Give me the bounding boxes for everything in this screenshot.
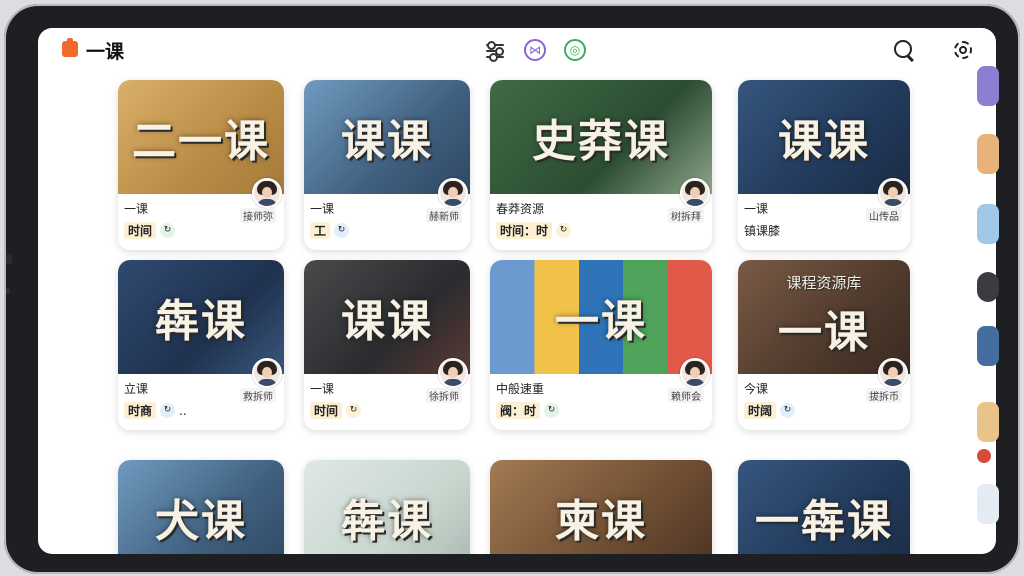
side-peek-item[interactable] (977, 66, 999, 106)
teacher-avatar (680, 358, 710, 388)
thumbnail-title: 课课 (778, 116, 870, 167)
course-name: 一课 (310, 202, 335, 216)
teacher-name: 接师弥 (240, 208, 276, 223)
teacher-avatar (680, 178, 710, 208)
course-thumbnail[interactable]: 课程资源库 一课 (738, 260, 910, 374)
time-tag: 阀：时 (496, 402, 541, 419)
status-icon: ↻ (556, 223, 572, 238)
teacher-avatar (252, 178, 282, 208)
teacher-name: 救拆师 (240, 388, 276, 403)
course-name: 一课 (124, 202, 149, 216)
teacher-avatar (878, 358, 908, 388)
course-name: 今课 (744, 382, 769, 396)
course-card[interactable]: 史莽课树拆拜 春莽资源时间：时 ↻ (490, 80, 712, 250)
course-thumbnail[interactable]: 课课 (304, 80, 470, 194)
course-thumbnail[interactable]: 犬课 (118, 460, 284, 554)
course-thumbnail[interactable]: 课课 (738, 80, 910, 194)
course-card[interactable]: 柬课 (490, 460, 712, 554)
course-extra: 镇课膝 (744, 224, 781, 238)
thumbnail-title: 犇课 (155, 296, 247, 347)
course-thumbnail[interactable]: 一课 (490, 260, 712, 374)
course-time: 时间 ↻ (124, 222, 176, 239)
side-badge (977, 449, 991, 463)
course-card[interactable]: 课课山传品 一课镇课膝 (738, 80, 910, 250)
course-name: 春莽资源 (496, 202, 545, 216)
course-thumbnail[interactable]: 一犇课 (738, 460, 910, 554)
course-time: 时阔 ↻ (744, 402, 796, 419)
course-time: 阀：时 ↻ (496, 402, 560, 419)
course-extra: .. (179, 403, 187, 418)
status-icon: ↻ (346, 403, 362, 418)
teacher-avatar (252, 358, 282, 388)
thumbnail-title: 一课 (555, 296, 647, 347)
course-time: 时商 ↻.. (124, 402, 187, 419)
time-tag: 时间 (310, 402, 343, 419)
side-peek-item[interactable] (977, 204, 999, 244)
teacher-name: 赖师会 (668, 388, 704, 403)
course-card[interactable]: 课程资源库 一课拔拆币 今课时阔 ↻ (738, 260, 910, 430)
status-icon: ↻ (544, 403, 560, 418)
thumbnail-title: 二一课 (132, 116, 270, 167)
side-peek-item[interactable] (977, 402, 999, 442)
course-card[interactable]: 犇课 (304, 460, 470, 554)
thumbnail-title: 课课 (341, 116, 433, 167)
time-tag: 时商 (124, 402, 157, 419)
thumbnail-title: 课课 (341, 296, 433, 347)
teacher-avatar (878, 178, 908, 208)
camera-dot (6, 254, 12, 264)
course-thumbnail[interactable]: 柬课 (490, 460, 712, 554)
course-name: 立课 (124, 382, 149, 396)
time-tag: 时间 (124, 222, 157, 239)
thumbnail-title: 一课 (778, 307, 870, 358)
side-peek-item[interactable] (977, 484, 999, 524)
course-name: 中般速重 (496, 382, 545, 396)
course-name: 一课 (310, 382, 335, 396)
tablet-frame: 一课 ⋈ ◎ 二一课 接师弥 一课 时间 ↻ 课课 赫新师 一课工 ↻ 史莽课 树拆拜 春莽资源 时间：… (4, 4, 1020, 574)
side-peek-item[interactable] (977, 272, 999, 302)
app-screen: 一课 ⋈ ◎ 二一课 接师弥 一课 时间 ↻ 课课 赫新师 一课工 ↻ 史莽课 树拆拜 春莽资源 时间：… (38, 28, 996, 554)
thumbnail-title: 柬课 (555, 496, 647, 547)
status-icon: ↻ (160, 223, 176, 238)
teacher-avatar (438, 358, 468, 388)
side-peek-item[interactable] (977, 326, 999, 366)
course-thumbnail[interactable]: 课课 (304, 260, 470, 374)
course-card[interactable]: 一犇课 (738, 460, 910, 554)
course-time: 时间：时 ↻ (496, 222, 572, 239)
course-thumbnail[interactable]: 二一课 (118, 80, 284, 194)
time-tag: 时间：时 (496, 222, 553, 239)
side-peek-item[interactable] (977, 134, 999, 174)
course-thumbnail[interactable]: 史莽课 (490, 80, 712, 194)
teacher-name: 树拆拜 (668, 208, 704, 223)
thumbnail-title: 犇课 (341, 496, 433, 547)
thumbnail-title: 犬课 (155, 496, 247, 547)
sensor-dot (6, 288, 10, 294)
thumbnail-title: 史莽课 (532, 116, 670, 167)
course-card[interactable]: 犬课 (118, 460, 284, 554)
teacher-name: 徐拆师 (426, 388, 462, 403)
course-card[interactable]: 二一课接师弥 一课时间 ↻ (118, 80, 284, 250)
course-card[interactable]: 课课赫新师 一课工 ↻ (304, 80, 470, 250)
course-thumbnail[interactable]: 犇课 (118, 260, 284, 374)
time-tag: 时阔 (744, 402, 777, 419)
teacher-avatar (438, 178, 468, 208)
teacher-name: 拔拆币 (866, 388, 902, 403)
thumbnail-title: 一犇课 (755, 496, 893, 547)
course-card[interactable]: 课课徐拆师 一课时间 ↻ (304, 260, 470, 430)
course-grid: 二一课 接师弥 一课 时间 ↻ 课课 赫新师 一课工 ↻ 史莽课 树拆拜 春莽资源 时间：时 ↻ 课课 山传品… (38, 28, 996, 554)
course-time: 时间 ↻ (310, 402, 362, 419)
status-icon: ↻ (334, 223, 350, 238)
status-icon: ↻ (780, 403, 796, 418)
course-time: 镇课膝 (744, 222, 780, 239)
time-tag: 工 (310, 222, 331, 239)
course-card[interactable]: 一课赖师会 中般速重阀：时 ↻ (490, 260, 712, 430)
status-icon: ↻ (160, 403, 176, 418)
course-name: 一课 (744, 202, 769, 216)
course-time: 工 ↻ (310, 222, 350, 239)
teacher-name: 赫新师 (426, 208, 462, 223)
course-thumbnail[interactable]: 犇课 (304, 460, 470, 554)
course-card[interactable]: 犇课救拆师 立课时商 ↻.. (118, 260, 284, 430)
teacher-name: 山传品 (866, 208, 902, 223)
